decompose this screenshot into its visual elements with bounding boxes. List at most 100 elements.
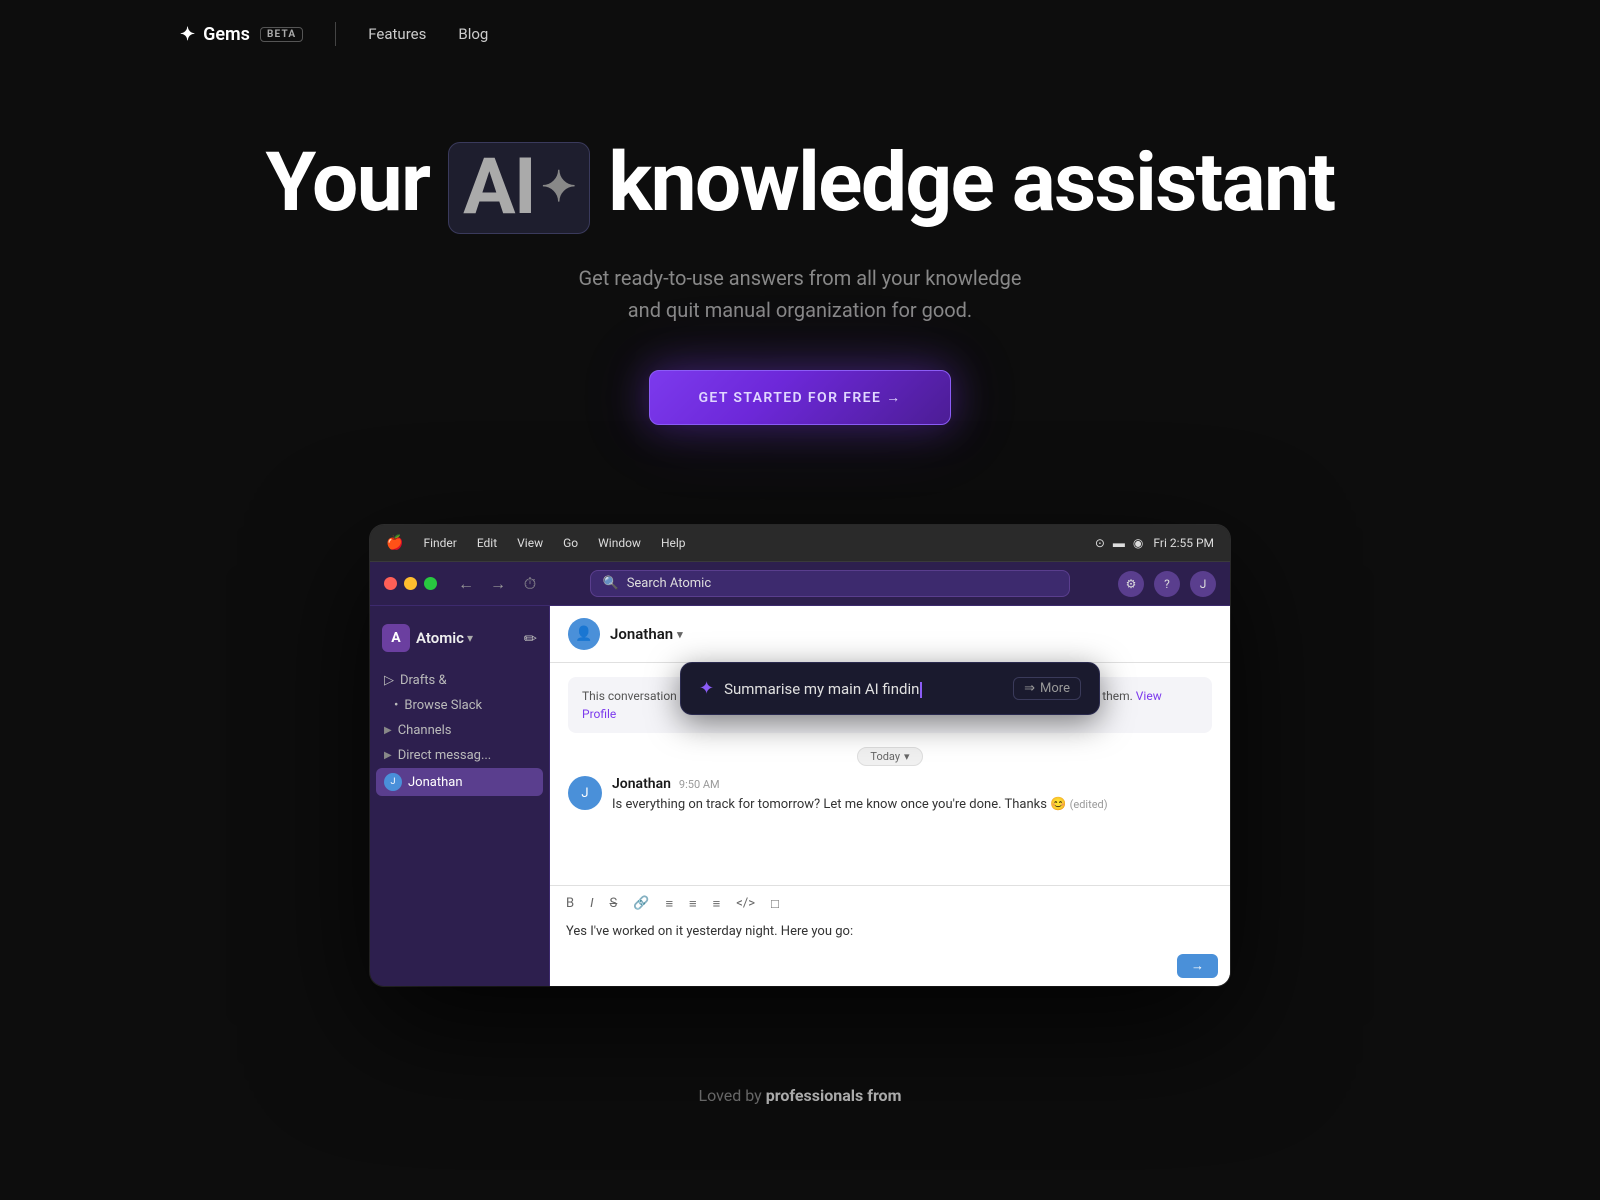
page-footer: Loved by professionals from bbox=[0, 1046, 1600, 1125]
message-author: Jonathan bbox=[612, 776, 671, 792]
search-bar[interactable]: 🔍 Search Atomic bbox=[590, 570, 1070, 597]
contact-name[interactable]: Jonathan ▾ bbox=[610, 625, 683, 643]
mac-wrapper: 🍎 Finder Edit View Go Window Help ⊙ ▬ ◉ … bbox=[0, 485, 1600, 1046]
hero-title: Your AI ✦ knowledge assistant bbox=[200, 138, 1400, 234]
block-button[interactable]: □ bbox=[767, 894, 783, 914]
compose-icon[interactable]: ✏ bbox=[524, 629, 537, 648]
app-toolbar: ← → ⏱ 🔍 Search Atomic ⚙ ? J bbox=[370, 562, 1230, 606]
ai-popup-spark-icon: ✦ bbox=[699, 678, 714, 699]
mac-time: Fri 2:55 PM bbox=[1153, 536, 1214, 550]
contact-chevron-icon: ▾ bbox=[677, 628, 683, 641]
date-divider: Today ▾ bbox=[568, 747, 1212, 766]
logo-spark-icon: ✦ bbox=[180, 24, 195, 45]
nav-features-link[interactable]: Features bbox=[368, 25, 426, 43]
message-header: Jonathan 9:50 AM bbox=[612, 776, 1212, 792]
logo: ✦ Gems BETA bbox=[180, 24, 303, 45]
ai-badge: AI ✦ bbox=[448, 142, 590, 234]
more-label: More bbox=[1040, 681, 1070, 696]
cursor-icon bbox=[920, 682, 922, 698]
date-label: Today bbox=[870, 750, 900, 763]
battery-icon: ▬ bbox=[1113, 536, 1125, 550]
sidebar-item-direct[interactable]: ▶ Direct messag... bbox=[370, 743, 549, 768]
sidebar-item-label: Channels bbox=[398, 723, 452, 738]
footer-bold: professionals from bbox=[766, 1086, 902, 1105]
channels-arrow-icon: ▶ bbox=[384, 725, 392, 736]
message-text: Is everything on track for tomorrow? Let… bbox=[612, 795, 1212, 815]
traffic-lights bbox=[384, 577, 437, 590]
cta-button[interactable]: GET STARTED FOR FREE → bbox=[649, 370, 950, 425]
app-chrome: ← → ⏱ 🔍 Search Atomic ⚙ ? J bbox=[370, 562, 1230, 986]
navbar: ✦ Gems BETA Features Blog bbox=[0, 0, 1600, 68]
mac-help: Help bbox=[661, 536, 686, 550]
minimize-button[interactable] bbox=[404, 577, 417, 590]
italic-button[interactable]: I bbox=[586, 894, 597, 914]
user-icon: ◉ bbox=[1133, 536, 1143, 550]
message-row: J Jonathan 9:50 AM Is everything on trac… bbox=[568, 776, 1212, 815]
ai-text: AI bbox=[463, 145, 535, 231]
sidebar-item-channels[interactable]: ▶ Channels bbox=[370, 718, 549, 743]
unordered-list-button[interactable]: ≡ bbox=[685, 894, 701, 914]
close-button[interactable] bbox=[384, 577, 397, 590]
footer-text: Loved by bbox=[699, 1086, 766, 1105]
nav-blog-link[interactable]: Blog bbox=[458, 25, 488, 43]
maximize-button[interactable] bbox=[424, 577, 437, 590]
date-badge[interactable]: Today ▾ bbox=[857, 747, 922, 766]
help-icon[interactable]: ? bbox=[1154, 571, 1180, 597]
drafts-icon: ▷ bbox=[384, 673, 394, 688]
user-avatar[interactable]: J bbox=[1190, 571, 1216, 597]
nav-divider bbox=[335, 22, 336, 46]
message-time: 9:50 AM bbox=[679, 778, 720, 791]
ordered-list-button[interactable]: ≡ bbox=[661, 894, 677, 914]
sidebar-header: A Atomic ▾ ✏ bbox=[370, 616, 549, 664]
toolbar-right: ⚙ ? J bbox=[1118, 571, 1216, 597]
mac-go: Go bbox=[563, 536, 578, 550]
filter-icon[interactable]: ⚙ bbox=[1118, 571, 1144, 597]
mac-window: Window bbox=[598, 536, 641, 550]
sidebar-item-drafts[interactable]: ▷ Drafts & bbox=[370, 668, 549, 693]
sidebar-item-browse[interactable]: • Browse Slack bbox=[370, 693, 549, 718]
more-icon: ⇒ bbox=[1024, 681, 1035, 696]
send-button[interactable]: → bbox=[1177, 954, 1218, 978]
browse-icon: • bbox=[394, 698, 398, 713]
hero-title-before: Your bbox=[266, 135, 430, 231]
mac-titlebar: 🍎 Finder Edit View Go Window Help ⊙ ▬ ◉ … bbox=[370, 525, 1230, 562]
mac-menu-right: ⊙ ▬ ◉ Fri 2:55 PM bbox=[1095, 536, 1214, 550]
main-content: 👤 Jonathan ▾ ✦ Summarise my main AI find… bbox=[550, 606, 1230, 986]
bold-button[interactable]: B bbox=[562, 894, 578, 914]
direct-arrow-icon: ▶ bbox=[384, 750, 392, 761]
sidebar-item-label: Direct messag... bbox=[398, 748, 492, 763]
search-text: Search Atomic bbox=[627, 576, 711, 591]
contact-avatar: 👤 bbox=[568, 618, 600, 650]
forward-button[interactable]: → bbox=[487, 573, 509, 595]
ai-popup-more-button[interactable]: ⇒ More bbox=[1013, 677, 1081, 700]
link-button[interactable]: 🔗 bbox=[629, 894, 653, 914]
ai-popup: ✦ Summarise my main AI findin ⇒ More bbox=[680, 662, 1100, 715]
ai-spark-icon: ✦ bbox=[541, 165, 575, 211]
sidebar-item-label: Jonathan bbox=[408, 775, 463, 790]
back-button[interactable]: ← bbox=[455, 573, 477, 595]
sidebar-item-jonathan[interactable]: J Jonathan bbox=[376, 768, 543, 796]
hero-title-after: knowledge assistant bbox=[608, 135, 1334, 231]
message-avatar: J bbox=[568, 776, 602, 810]
mac-finder: Finder bbox=[423, 536, 456, 550]
jonathan-avatar: J bbox=[384, 773, 402, 791]
indent-button[interactable]: ≡ bbox=[709, 894, 725, 914]
mac-status-icons: ⊙ ▬ ◉ bbox=[1095, 536, 1144, 550]
composer-toolbar: B I S 🔗 ≡ ≡ ≡ </> □ bbox=[562, 894, 1218, 914]
composer-input[interactable]: Yes I've worked on it yesterday night. H… bbox=[562, 920, 1218, 948]
chat-header: 👤 Jonathan ▾ bbox=[550, 606, 1230, 663]
clock-button[interactable]: ⏱ bbox=[519, 573, 541, 595]
app-body: A Atomic ▾ ✏ ▷ Drafts & • Bro bbox=[370, 606, 1230, 986]
sidebar-item-label: Drafts & bbox=[400, 673, 447, 688]
workspace-name: Atomic bbox=[416, 629, 464, 647]
composer-bottom: → bbox=[562, 954, 1218, 978]
send-icon: → bbox=[1191, 958, 1204, 974]
nav-links: Features Blog bbox=[368, 25, 488, 43]
logo-text: Gems bbox=[203, 24, 250, 45]
ai-popup-text: Summarise my main AI findin bbox=[724, 680, 1003, 698]
strikethrough-button[interactable]: S bbox=[606, 894, 622, 914]
mac-menu: 🍎 Finder Edit View Go Window Help bbox=[386, 535, 686, 551]
code-button[interactable]: </> bbox=[732, 894, 759, 914]
search-icon: 🔍 bbox=[603, 576, 619, 591]
hero-subtitle: Get ready-to-use answers from all your k… bbox=[200, 262, 1400, 326]
